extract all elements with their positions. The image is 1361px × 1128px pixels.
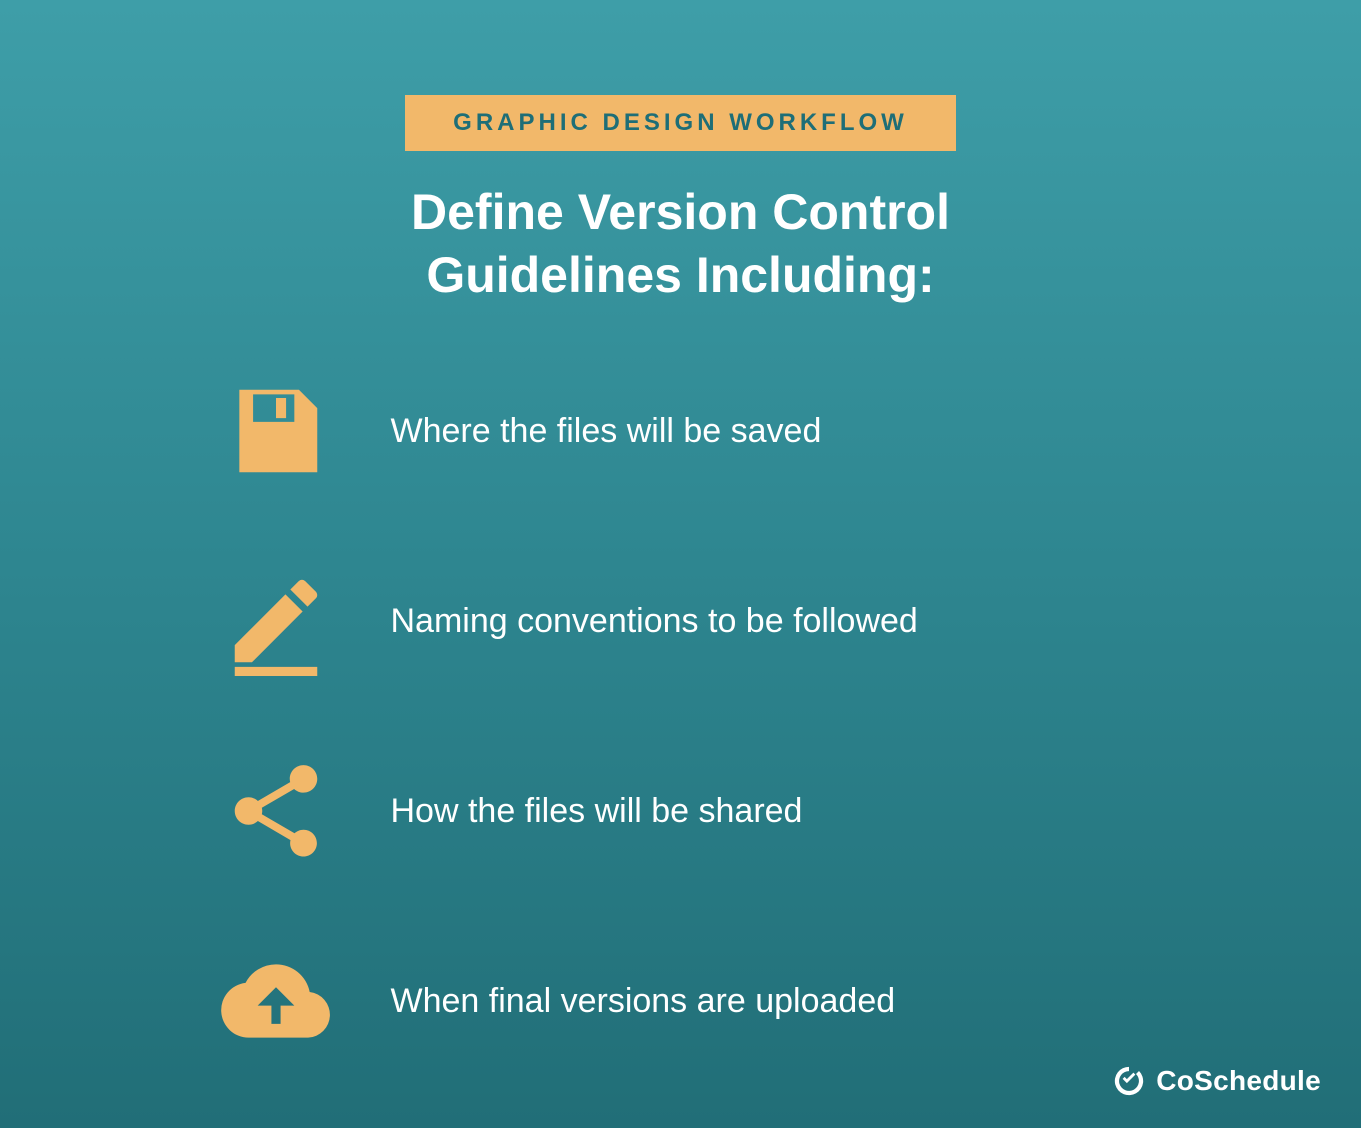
pencil-icon: [221, 566, 331, 676]
brand-logo-text: CoSchedule: [1156, 1065, 1321, 1097]
brand-logo-mark-icon: [1112, 1064, 1146, 1098]
list-item: Where the files will be saved: [221, 376, 1141, 486]
list-item: Naming conventions to be followed: [221, 566, 1141, 676]
headline: Define Version Control Guidelines Includ…: [281, 181, 1081, 306]
list-item: How the files will be shared: [221, 756, 1141, 866]
category-badge: GRAPHIC DESIGN WORKFLOW: [405, 95, 956, 151]
list-item-text: When final versions are uploaded: [391, 982, 896, 1021]
category-badge-text: GRAPHIC DESIGN WORKFLOW: [453, 109, 908, 136]
list-item-text: Naming conventions to be followed: [391, 602, 918, 641]
list-item-text: Where the files will be saved: [391, 412, 822, 451]
infographic-container: GRAPHIC DESIGN WORKFLOW Define Version C…: [0, 0, 1361, 1056]
list-item: When final versions are uploaded: [221, 946, 1141, 1056]
brand-logo: CoSchedule: [1112, 1064, 1321, 1098]
save-icon: [221, 376, 331, 486]
guidelines-list: Where the files will be saved Naming con…: [221, 376, 1141, 1056]
list-item-text: How the files will be shared: [391, 792, 803, 831]
cloud-upload-icon: [221, 946, 331, 1056]
share-icon: [221, 756, 331, 866]
